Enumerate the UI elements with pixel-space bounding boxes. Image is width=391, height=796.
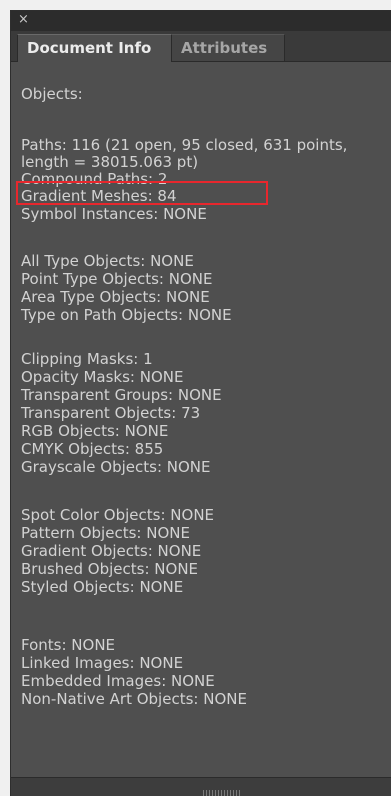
resize-grip-icon[interactable] — [203, 790, 241, 796]
info-line: Paths: 116 (21 open, 95 closed, 631 poin… — [21, 136, 348, 154]
panel-tabbar: Document Info Attributes — [11, 31, 391, 62]
tab-document-info[interactable]: Document Info — [17, 34, 172, 62]
info-line: Symbol Instances: NONE — [21, 205, 207, 223]
info-line: Type on Path Objects: NONE — [21, 306, 232, 324]
highlight-box — [16, 181, 268, 205]
info-line: RGB Objects: NONE — [21, 422, 169, 440]
info-line: All Type Objects: NONE — [21, 252, 194, 270]
info-line: Transparent Objects: 73 — [21, 404, 201, 422]
info-line: Area Type Objects: NONE — [21, 288, 210, 306]
tab-attributes[interactable]: Attributes — [172, 34, 285, 61]
panel-footer — [11, 777, 391, 796]
info-line: Clipping Masks: 1 — [21, 350, 153, 368]
info-line: Gradient Objects: NONE — [21, 542, 202, 560]
info-line: Styled Objects: NONE — [21, 578, 184, 596]
info-line: Grayscale Objects: NONE — [21, 458, 211, 476]
info-line: Brushed Objects: NONE — [21, 560, 199, 578]
info-line: Transparent Groups: NONE — [21, 386, 222, 404]
info-line: Objects: — [21, 85, 83, 103]
info-line: CMYK Objects: 855 — [21, 440, 164, 458]
close-icon[interactable]: × — [18, 12, 29, 27]
info-line: Non-Native Art Objects: NONE — [21, 690, 247, 708]
info-line: Linked Images: NONE — [21, 654, 184, 672]
info-line: Embedded Images: NONE — [21, 672, 215, 690]
info-line: Fonts: NONE — [21, 636, 116, 654]
info-line: length = 38015.063 pt) — [21, 153, 199, 171]
info-line: Spot Color Objects: NONE — [21, 506, 215, 524]
panel-titlebar: × — [11, 11, 391, 31]
info-line: Pattern Objects: NONE — [21, 524, 190, 542]
document-info-panel: × Document Info Attributes Objects: Path… — [10, 10, 391, 796]
info-line: Opacity Masks: NONE — [21, 368, 184, 386]
info-line: Point Type Objects: NONE — [21, 270, 213, 288]
